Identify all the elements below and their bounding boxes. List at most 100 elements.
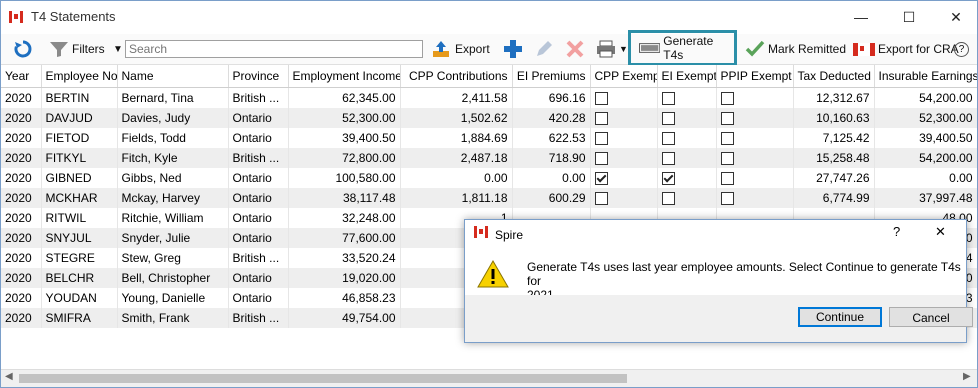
checkbox[interactable] — [594, 172, 608, 186]
checkbox[interactable] — [720, 132, 734, 146]
add-button[interactable] — [502, 38, 524, 60]
dialog-help-button[interactable]: ? — [893, 224, 900, 239]
checkbox[interactable] — [661, 172, 675, 186]
cell-emp: SMIFRA — [41, 308, 118, 328]
checkbox[interactable] — [594, 192, 608, 206]
export-for-cra-label: Export for CRA — [878, 42, 959, 56]
refresh-button[interactable] — [13, 38, 33, 60]
col-employment-income[interactable]: Employment Income — [288, 65, 401, 88]
dialog-message-line1: Generate T4s uses last year employee amo… — [527, 260, 961, 288]
checkbox[interactable] — [720, 92, 734, 106]
table-row[interactable]: 2020 DAVJUD Davies, Judy Ontario 52,300.00 1,… — [1, 108, 977, 128]
checkbox[interactable] — [661, 152, 675, 166]
col-province[interactable]: Province — [228, 65, 289, 88]
export-button[interactable]: Export — [431, 38, 490, 60]
search-input[interactable] — [125, 40, 423, 58]
checkbox[interactable] — [594, 132, 608, 146]
filters-dropdown-button[interactable]: ▼ — [113, 38, 123, 60]
checkbox[interactable] — [661, 132, 675, 146]
cell-name: Fields, Todd — [117, 128, 229, 148]
col-name[interactable]: Name — [117, 65, 229, 88]
cell-year: 2020 — [1, 308, 42, 328]
cell-ppx — [716, 168, 794, 188]
col-year[interactable]: Year — [1, 65, 42, 88]
cell-emp: FITKYL — [41, 148, 118, 168]
col-ei-premiums[interactable]: EI Premiums — [512, 65, 591, 88]
cell-name: Stew, Greg — [117, 248, 229, 268]
table-row[interactable]: 2020 MCKHAR Mckay, Harvey Ontario 38,117.48 1… — [1, 188, 977, 208]
cell-emp: BELCHR — [41, 268, 118, 288]
cell-inc: 33,520.24 — [288, 248, 401, 268]
checkbox[interactable] — [661, 112, 675, 126]
cell-cpp: 1,884.69 — [400, 128, 513, 148]
col-ei-exempt[interactable]: EI Exempt — [657, 65, 717, 88]
checkbox[interactable] — [594, 152, 608, 166]
scroll-right-icon[interactable]: ▶ — [963, 371, 971, 382]
print-button[interactable]: ▼ — [595, 38, 628, 60]
col-insurable-earnings[interactable]: Insurable Earnings — [874, 65, 977, 88]
table-row[interactable]: 2020 GIBNED Gibbs, Ned Ontario 100,580.00 0.0… — [1, 168, 977, 188]
window-title: T4 Statements — [31, 9, 116, 24]
export-for-cra-button[interactable]: Export for CRA — [853, 38, 959, 60]
continue-button[interactable]: Continue — [798, 307, 882, 327]
close-button[interactable]: ✕ — [938, 1, 974, 33]
cell-name: Fitch, Kyle — [117, 148, 229, 168]
cell-inc: 49,754.00 — [288, 308, 401, 328]
cell-inc: 46,858.23 — [288, 288, 401, 308]
delete-button[interactable] — [565, 38, 585, 60]
cell-cppx — [590, 168, 658, 188]
cell-emp: BERTIN — [41, 87, 118, 108]
cell-prov: Ontario — [228, 208, 289, 228]
col-ppip-exempt[interactable]: PPIP Exempt — [716, 65, 794, 88]
dialog-close-button[interactable]: ✕ — [935, 224, 946, 240]
cell-ins: 0.00 — [874, 168, 977, 188]
checkbox[interactable] — [661, 192, 675, 206]
checkbox[interactable] — [594, 92, 608, 106]
maximize-button[interactable]: ☐ — [891, 1, 927, 33]
help-button[interactable]: ? — [954, 38, 969, 60]
warning-icon — [477, 259, 509, 288]
edit-button[interactable] — [534, 38, 554, 60]
cell-prov: British ... — [228, 308, 289, 328]
table-row[interactable]: 2020 FITKYL Fitch, Kyle British ... 72,800.0… — [1, 148, 977, 168]
col-cpp-contributions[interactable]: CPP Contributions — [400, 65, 513, 88]
checkbox[interactable] — [720, 112, 734, 126]
checkbox[interactable] — [720, 172, 734, 186]
toolbar: Filters ▼ Export ▼ Generate T4s Mark Rem… — [1, 30, 977, 66]
cell-tax: 12,312.67 — [793, 87, 875, 108]
cell-ins: 37,997.48 — [874, 188, 977, 208]
cell-cppx — [590, 87, 658, 108]
col-tax-deducted[interactable]: Tax Deducted — [793, 65, 875, 88]
checkbox[interactable] — [661, 92, 675, 106]
checkbox[interactable] — [720, 152, 734, 166]
help-icon: ? — [954, 41, 969, 57]
filters-button[interactable]: Filters — [49, 38, 105, 60]
cell-ei: 600.29 — [512, 188, 591, 208]
cancel-button[interactable]: Cancel — [889, 307, 973, 327]
minimize-button[interactable]: — — [843, 1, 879, 33]
checkbox[interactable] — [594, 112, 608, 126]
cell-name: Bell, Christopher — [117, 268, 229, 288]
cell-cpp: 2,411.58 — [400, 87, 513, 108]
filter-icon — [50, 42, 68, 57]
col-employee-no[interactable]: Employee No — [41, 65, 118, 88]
progress-bar-icon — [639, 43, 661, 53]
cell-emp: DAVJUD — [41, 108, 118, 128]
mark-remitted-button[interactable]: Mark Remitted — [745, 38, 846, 60]
cell-prov: Ontario — [228, 168, 289, 188]
horizontal-scrollbar[interactable]: ◀ ▶ — [1, 369, 977, 387]
cell-name: Gibbs, Ned — [117, 168, 229, 188]
scroll-left-icon[interactable]: ◀ — [5, 371, 13, 382]
cell-name: Mckay, Harvey — [117, 188, 229, 208]
generate-t4s-button[interactable]: Generate T4s — [628, 30, 737, 66]
col-cpp-exempt[interactable]: CPP Exempt — [590, 65, 658, 88]
checkbox[interactable] — [720, 192, 734, 206]
cell-cpp: 0.00 — [400, 168, 513, 188]
table-row[interactable]: 2020 BERTIN Bernard, Tina British ... 62,345… — [1, 87, 977, 108]
table-row[interactable]: 2020 FIETOD Fields, Todd Ontario 39,400.50 1,… — [1, 128, 977, 148]
scrollbar-thumb[interactable] — [19, 374, 627, 383]
print-dropdown-icon: ▼ — [619, 44, 628, 54]
cell-inc: 38,117.48 — [288, 188, 401, 208]
cell-ei: 696.16 — [512, 87, 591, 108]
cell-eix — [657, 168, 717, 188]
